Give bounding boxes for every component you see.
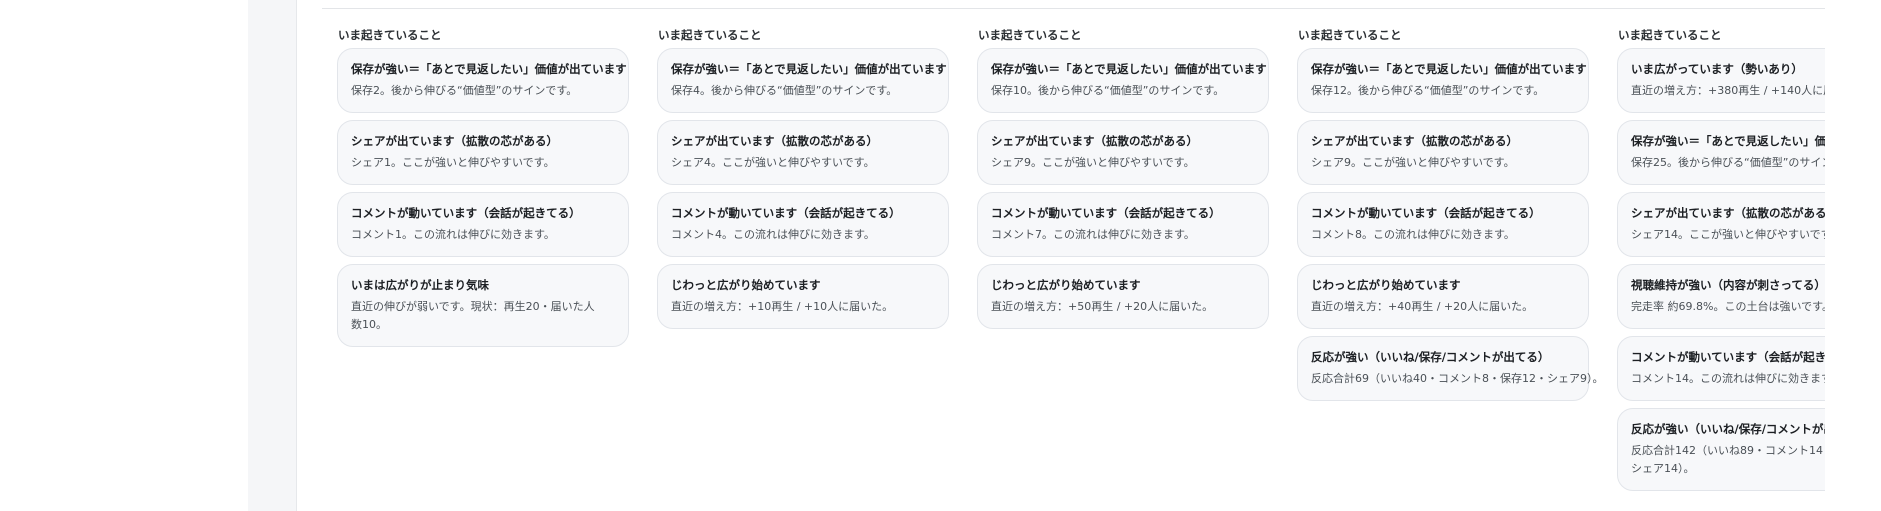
column-heading: いま起きていること	[658, 28, 762, 42]
status-column-3: いま起きていること 保存が強い＝「あとで見返したい」価値が出ています 保存10。…	[977, 26, 1269, 336]
insight-card: 保存が強い＝「あとで見返したい」価値が出ています 保存4。後から伸びる“価値型”…	[657, 48, 949, 113]
card-body: 直近の伸びが弱いです。現状：再生20・届いた人数10。	[351, 300, 595, 331]
insight-card: 保存が強い＝「あとで見返したい」価値が出ています 保存10。後から伸びる“価値型…	[977, 48, 1269, 113]
column-heading: いま起きていること	[1298, 28, 1402, 42]
card-title: じわっと広がり始めています	[671, 278, 821, 292]
card-title: コメントが動いています（会話が起きてる）	[1311, 206, 1541, 220]
card-title: 反応が強い（いいね/保存/コメントが出てる）	[1631, 422, 1825, 436]
card-body: 直近の増え方：+380再生 / +140人に届いた。	[1631, 84, 1825, 97]
status-column-1: いま起きていること 保存が強い＝「あとで見返したい」価値が出ています 保存2。後…	[337, 26, 629, 354]
card-title: じわっと広がり始めています	[1311, 278, 1461, 292]
insight-card: 保存が強い＝「あとで見返したい」価値が出ています 保存25。後から伸びる“価値型…	[1617, 120, 1825, 185]
status-column-5: いま起きていること いま広がっています（勢いあり） 直近の増え方：+380再生 …	[1617, 26, 1825, 498]
card-body: シェア1。ここが強いと伸びやすいです。	[351, 156, 555, 169]
insight-card: コメントが動いています（会話が起きてる） コメント8。この流れは伸びに効きます。	[1297, 192, 1589, 257]
card-body: 反応合計69（いいね40・コメント8・保存12・シェア9）。	[1311, 372, 1604, 385]
insight-card: コメントが動いています（会話が起きてる） コメント4。この流れは伸びに効きます。	[657, 192, 949, 257]
card-body: シェア4。ここが強いと伸びやすいです。	[671, 156, 875, 169]
insight-card: コメントが動いています（会話が起きてる） コメント14。この流れは伸びに効きます…	[1617, 336, 1825, 401]
card-body: 直近の増え方：+50再生 / +20人に届いた。	[991, 300, 1214, 313]
card-body: 完走率 約69.8%。この土台は強いです。	[1631, 300, 1825, 313]
card-body: 保存2。後から伸びる“価値型”のサインです。	[351, 84, 578, 97]
card-body: 保存4。後から伸びる“価値型”のサインです。	[671, 84, 898, 97]
card-title: 保存が強い＝「あとで見返したい」価値が出ています	[1631, 134, 1825, 148]
card-body: コメント14。この流れは伸びに効きます。	[1631, 372, 1825, 385]
card-title: 視聴維持が強い（内容が刺さってる）	[1631, 278, 1825, 292]
card-title: シェアが出ています（拡散の芯がある）	[1631, 206, 1825, 220]
card-body: コメント1。この流れは伸びに効きます。	[351, 228, 555, 241]
card-title: コメントが動いています（会話が起きてる）	[671, 206, 901, 220]
status-column-2: いま起きていること 保存が強い＝「あとで見返したい」価値が出ています 保存4。後…	[657, 26, 949, 336]
insight-card: シェアが出ています（拡散の芯がある） シェア9。ここが強いと伸びやすいです。	[977, 120, 1269, 185]
column-heading: いま起きていること	[338, 28, 442, 42]
card-body: シェア9。ここが強いと伸びやすいです。	[991, 156, 1195, 169]
status-column-4: いま起きていること 保存が強い＝「あとで見返したい」価値が出ています 保存12。…	[1297, 26, 1604, 408]
insight-card: 反応が強い（いいね/保存/コメントが出てる） 反応合計69（いいね40・コメント…	[1297, 336, 1604, 401]
insight-card: シェアが出ています（拡散の芯がある） シェア1。ここが強いと伸びやすいです。	[337, 120, 629, 185]
card-title: 保存が強い＝「あとで見返したい」価値が出ています	[351, 62, 627, 76]
insight-card: 保存が強い＝「あとで見返したい」価値が出ています 保存2。後から伸びる“価値型”…	[337, 48, 629, 113]
card-title: いま広がっています（勢いあり）	[1631, 62, 1803, 76]
card-title: コメントが動いています（会話が起きてる）	[991, 206, 1221, 220]
card-title: 保存が強い＝「あとで見返したい」価値が出ています	[671, 62, 947, 76]
card-title: シェアが出ています（拡散の芯がある）	[671, 134, 878, 148]
insight-card: 視聴維持が強い（内容が刺さってる） 完走率 約69.8%。この土台は強いです。	[1617, 264, 1825, 329]
insight-card: 保存が強い＝「あとで見返したい」価値が出ています 保存12。後から伸びる“価値型…	[1297, 48, 1589, 113]
insight-card: シェアが出ています（拡散の芯がある） シェア9。ここが強いと伸びやすいです。	[1297, 120, 1589, 185]
card-title: じわっと広がり始めています	[991, 278, 1141, 292]
insight-card: いまは広がりが止まり気味 直近の伸びが弱いです。現状：再生20・届いた人数10。	[337, 264, 629, 347]
insight-card: じわっと広がり始めています 直近の増え方：+50再生 / +20人に届いた。	[977, 264, 1269, 329]
insight-card: コメントが動いています（会話が起きてる） コメント7。この流れは伸びに効きます。	[977, 192, 1269, 257]
column-heading: いま起きていること	[978, 28, 1082, 42]
columns-scroll-area[interactable]: いま起きていること 保存が強い＝「あとで見返したい」価値が出ています 保存2。後…	[297, 0, 1825, 511]
card-title: シェアが出ています（拡散の芯がある）	[991, 134, 1198, 148]
card-body: コメント7。この流れは伸びに効きます。	[991, 228, 1195, 241]
main-panel: いま起きていること 保存が強い＝「あとで見返したい」価値が出ています 保存2。後…	[297, 0, 1825, 511]
card-title: 反応が強い（いいね/保存/コメントが出てる）	[1311, 350, 1550, 364]
insight-card: じわっと広がり始めています 直近の増え方：+10再生 / +10人に届いた。	[657, 264, 949, 329]
insight-card: 反応が強い（いいね/保存/コメントが出てる） 反応合計142（いいね89・コメン…	[1617, 408, 1825, 491]
card-body: 直近の増え方：+40再生 / +20人に届いた。	[1311, 300, 1534, 313]
insight-card: いま広がっています（勢いあり） 直近の増え方：+380再生 / +140人に届い…	[1617, 48, 1825, 113]
card-body: 直近の増え方：+10再生 / +10人に届いた。	[671, 300, 894, 313]
card-title: シェアが出ています（拡散の芯がある）	[351, 134, 558, 148]
insight-card: じわっと広がり始めています 直近の増え方：+40再生 / +20人に届いた。	[1297, 264, 1589, 329]
card-title: 保存が強い＝「あとで見返したい」価値が出ています	[1311, 62, 1587, 76]
insight-card: シェアが出ています（拡散の芯がある） シェア4。ここが強いと伸びやすいです。	[657, 120, 949, 185]
card-body: 保存12。後から伸びる“価値型”のサインです。	[1311, 84, 1545, 97]
insight-card: コメントが動いています（会話が起きてる） コメント1。この流れは伸びに効きます。	[337, 192, 629, 257]
card-body: シェア14。ここが強いと伸びやすいです。	[1631, 228, 1825, 241]
card-title: シェアが出ています（拡散の芯がある）	[1311, 134, 1518, 148]
card-body: 反応合計142（いいね89・コメント14・保存25・シェア14）。	[1631, 444, 1825, 475]
card-title: コメントが動いています（会話が起きてる）	[1631, 350, 1825, 364]
right-margin	[1825, 0, 1881, 511]
sidebar-strip	[248, 0, 297, 511]
left-gutter	[0, 0, 248, 511]
insight-card: シェアが出ています（拡散の芯がある） シェア14。ここが強いと伸びやすいです。	[1617, 192, 1825, 257]
card-body: シェア9。ここが強いと伸びやすいです。	[1311, 156, 1515, 169]
card-title: 保存が強い＝「あとで見返したい」価値が出ています	[991, 62, 1267, 76]
card-title: コメントが動いています（会話が起きてる）	[351, 206, 581, 220]
card-body: コメント4。この流れは伸びに効きます。	[671, 228, 875, 241]
card-body: 保存25。後から伸びる“価値型”のサインです。	[1631, 156, 1825, 169]
card-title: いまは広がりが止まり気味	[351, 278, 489, 292]
card-body: 保存10。後から伸びる“価値型”のサインです。	[991, 84, 1225, 97]
card-body: コメント8。この流れは伸びに効きます。	[1311, 228, 1515, 241]
column-heading: いま起きていること	[1618, 28, 1722, 42]
